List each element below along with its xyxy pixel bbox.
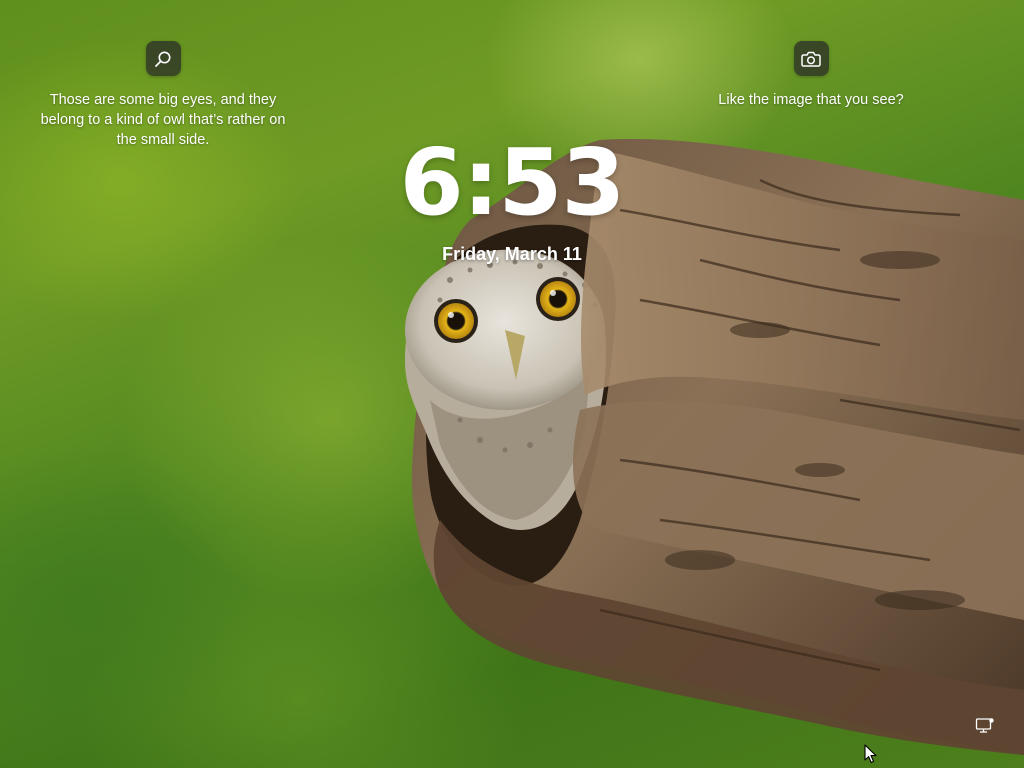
lock-screen[interactable]: Those are some big eyes, and they belong… — [0, 0, 1024, 768]
search-button[interactable] — [145, 41, 181, 76]
lock-screen-date: Friday, March 11 — [442, 244, 582, 264]
search-icon — [155, 51, 171, 67]
like-image-prompt: Like the image that you see? — [718, 92, 904, 108]
wallpaper-info-right: Like the image that you see? — [700, 41, 922, 110]
camera-icon — [801, 51, 821, 67]
lock-screen-time: 6:53 — [399, 129, 626, 236]
network-icon[interactable] — [975, 717, 995, 735]
like-image-button[interactable] — [793, 41, 829, 76]
